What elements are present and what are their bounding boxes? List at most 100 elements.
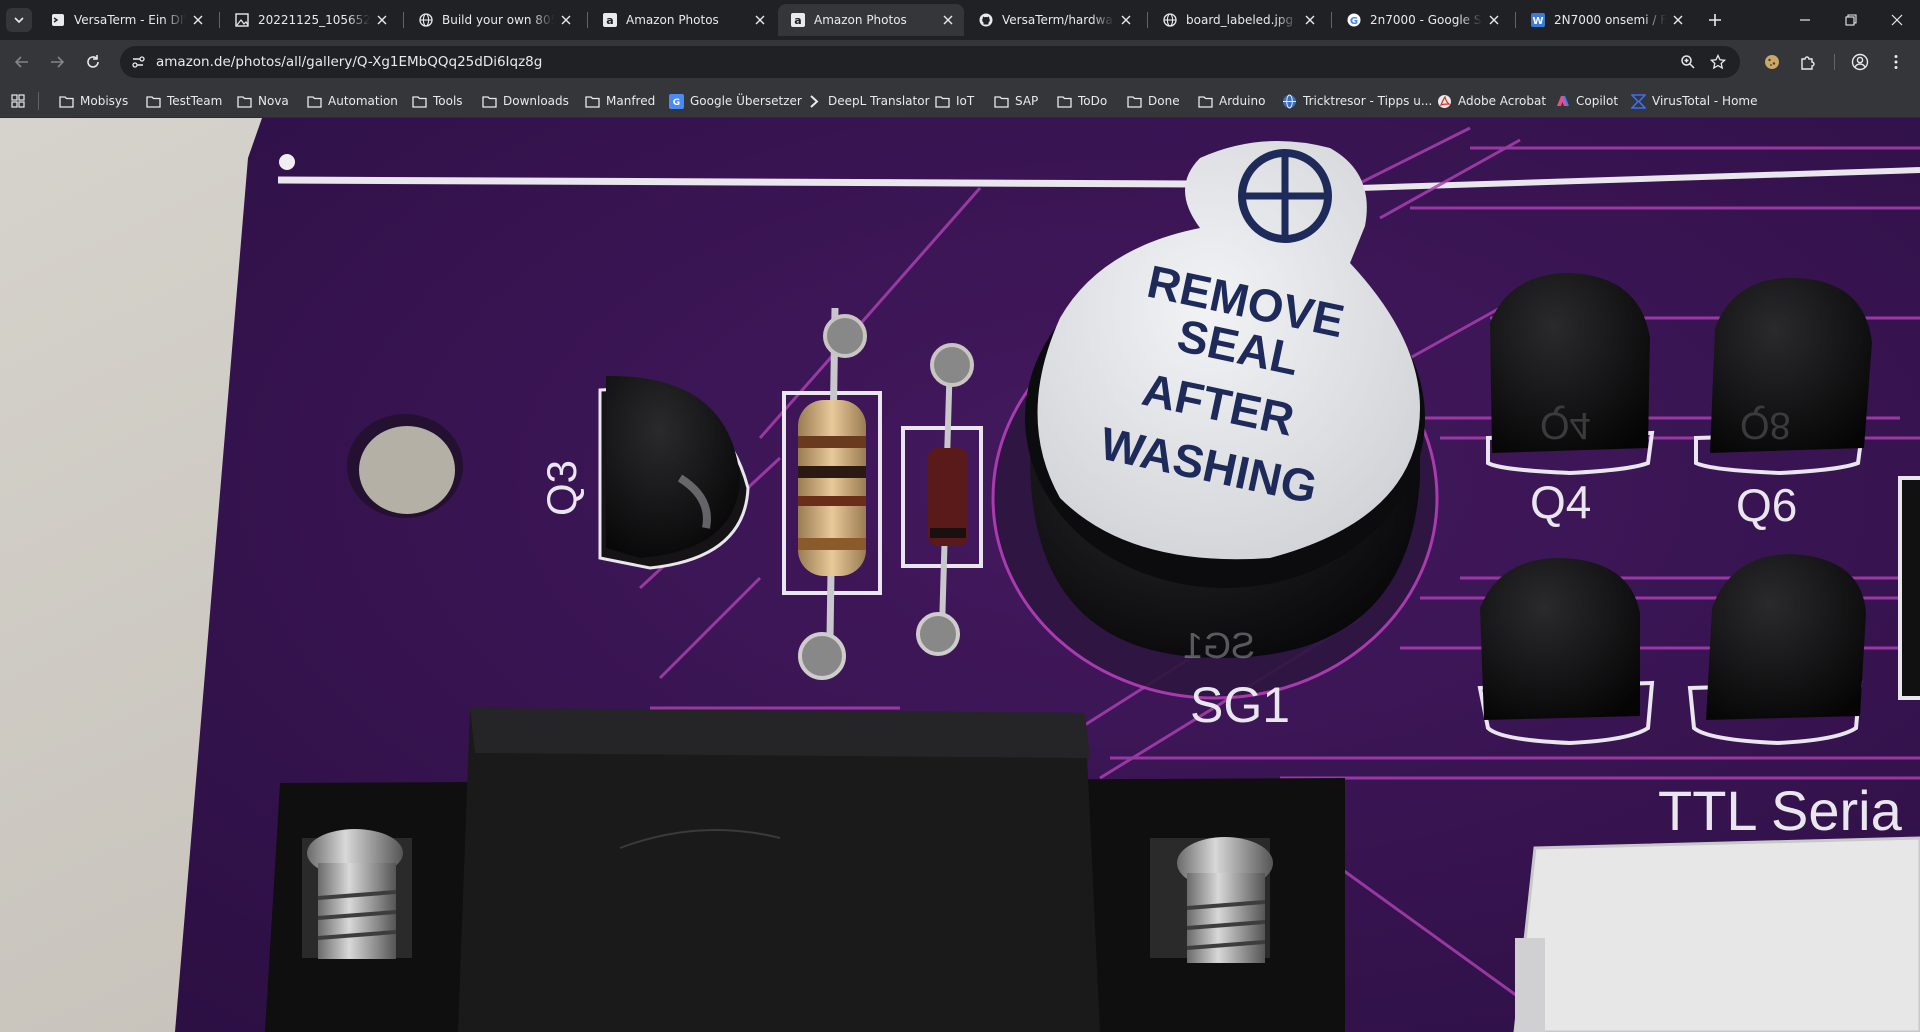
zoom-icon[interactable]	[1676, 50, 1700, 74]
close-icon[interactable]	[1118, 12, 1134, 28]
globe-icon	[1281, 93, 1297, 109]
minimize-button[interactable]	[1782, 0, 1828, 40]
address-bar[interactable]: amazon.de/photos/all/gallery/Q-Xg1EMbQQq…	[120, 46, 1740, 78]
menu-kebab-icon[interactable]	[1882, 48, 1910, 76]
bookmark-arduino[interactable]: Arduino	[1197, 90, 1265, 112]
folder-icon	[1056, 93, 1072, 109]
globe-icon	[418, 12, 434, 28]
acrobat-icon	[1436, 93, 1452, 109]
reload-icon	[87, 55, 99, 68]
close-icon[interactable]	[1486, 12, 1502, 28]
close-icon[interactable]	[374, 12, 390, 28]
tab-google-search[interactable]: G 2n7000 - Google Sea	[1334, 4, 1510, 36]
screw-left	[302, 829, 412, 959]
extension-cookie-icon[interactable]	[1758, 48, 1786, 76]
folder-icon	[1126, 93, 1142, 109]
tab-separator	[219, 12, 220, 28]
bookmark-manfred[interactable]: Manfred	[584, 90, 655, 112]
close-icon[interactable]	[752, 12, 768, 28]
svg-text:a: a	[606, 14, 613, 27]
tab-versaterm[interactable]: VersaTerm - Ein DIY-S	[38, 4, 214, 36]
tab-title: 2N7000 onsemi / Fai	[1554, 13, 1666, 27]
tab-title: board_labeled.jpg (4C	[1186, 13, 1298, 27]
tab-separator	[1331, 12, 1332, 28]
silkscreen-q6: Q6	[1736, 479, 1797, 531]
tab-8051[interactable]: Build your own 8051	[406, 4, 582, 36]
bookmark-downloads[interactable]: Downloads	[481, 90, 569, 112]
bookmark-label: Adobe Acrobat	[1458, 94, 1547, 108]
bookmark-label: Google Übersetzer	[690, 94, 802, 108]
bookmark-tricktresor-tipps-u[interactable]: Tricktresor - Tipps u...	[1281, 90, 1432, 112]
bookmark-label: Automation	[328, 94, 398, 108]
bookmark-mobisys[interactable]: Mobisys	[58, 90, 128, 112]
silkscreen-q4: Q4	[1530, 476, 1591, 528]
tab-board-labeled[interactable]: board_labeled.jpg (4C	[1150, 4, 1326, 36]
site-info-icon[interactable]	[128, 52, 148, 72]
transistor-marking: Q4	[1540, 404, 1591, 446]
reload-button[interactable]	[77, 46, 109, 78]
plus-icon	[1709, 14, 1721, 26]
svg-text:G: G	[1350, 16, 1358, 27]
bookmark-adobe-acrobat[interactable]: Adobe Acrobat	[1436, 90, 1546, 112]
tab-image-file[interactable]: 20221125_105652.jpg	[222, 4, 398, 36]
close-icon[interactable]	[558, 12, 574, 28]
close-window-button[interactable]	[1874, 0, 1920, 40]
bookmark-label: Nova	[258, 94, 289, 108]
bookmark-deepl-translator[interactable]: DeepL Translator	[806, 90, 930, 112]
image-file-icon	[234, 12, 250, 28]
tab-amazon-photos-1[interactable]: a Amazon Photos	[590, 4, 776, 36]
folder-icon	[584, 93, 600, 109]
folder-icon	[934, 93, 950, 109]
bookmark-todo[interactable]: ToDo	[1056, 90, 1107, 112]
url-text[interactable]: amazon.de/photos/all/gallery/Q-Xg1EMbQQq…	[156, 54, 542, 70]
apps-grid-icon	[10, 93, 26, 109]
close-icon[interactable]	[1302, 12, 1318, 28]
close-icon[interactable]	[190, 12, 206, 28]
bookmark-iot[interactable]: IoT	[934, 90, 974, 112]
bookmark-nova[interactable]: Nova	[236, 90, 289, 112]
w-icon: W	[1530, 12, 1546, 28]
tab-amazon-photos-active[interactable]: a Amazon Photos	[778, 4, 964, 36]
tab-title: 2n7000 - Google Sea	[1370, 13, 1482, 27]
browser-toolbar: amazon.de/photos/all/gallery/Q-Xg1EMbQQq…	[0, 40, 1920, 84]
extensions-puzzle-icon[interactable]	[1794, 48, 1822, 76]
bookmark-testteam[interactable]: TestTeam	[145, 90, 222, 112]
silkscreen-dot	[279, 154, 295, 170]
bookmark-automation[interactable]: Automation	[306, 90, 398, 112]
forward-button[interactable]	[41, 46, 73, 78]
folder-icon	[1197, 93, 1213, 109]
bookmark-star-icon[interactable]	[1706, 50, 1730, 74]
bookmark-label: Arduino	[1219, 94, 1266, 108]
bookmark-label: VirusTotal - Home	[1652, 94, 1758, 108]
silkscreen-line	[277, 176, 1196, 188]
new-tab-button[interactable]	[1702, 8, 1728, 32]
close-icon[interactable]	[1670, 12, 1686, 28]
polarity-plus-icon	[1238, 149, 1332, 243]
photo-viewer[interactable]: REMOVE SEAL AFTER WASHING SG1 Q4 Q8 Q3 Q…	[0, 118, 1920, 1032]
tab-title: Amazon Photos	[626, 13, 719, 27]
close-icon[interactable]	[940, 12, 956, 28]
deepl-icon	[806, 93, 822, 109]
sg1-mirror-silkscreen: SG1	[1183, 625, 1255, 666]
silkscreen-sg1: SG1	[1190, 677, 1290, 733]
bookmark-copilot[interactable]: Copilot	[1554, 90, 1618, 112]
bookmark-tools[interactable]: Tools	[411, 90, 463, 112]
apps-grid-button[interactable]	[10, 90, 32, 112]
tab-github[interactable]: VersaTerm/hardware/	[966, 4, 1142, 36]
bookmark-done[interactable]: Done	[1126, 90, 1180, 112]
white-connector	[1513, 836, 1920, 1032]
tab-search-button[interactable]	[6, 8, 32, 32]
bookmark-virustotal-home[interactable]: VirusTotal - Home	[1630, 90, 1758, 112]
toolbar-separator	[1834, 54, 1835, 70]
google-icon: G	[1346, 12, 1362, 28]
bookmark-sap[interactable]: SAP	[993, 90, 1038, 112]
tab-2n7000-onsemi[interactable]: W 2N7000 onsemi / Fai	[1518, 4, 1694, 36]
bookmark-label: Downloads	[503, 94, 569, 108]
svg-text:G: G	[672, 98, 679, 108]
profile-icon[interactable]	[1846, 48, 1874, 76]
restore-button[interactable]	[1828, 0, 1874, 40]
folder-icon	[306, 93, 322, 109]
bookmark-google-bersetzer[interactable]: G Google Übersetzer	[668, 90, 802, 112]
mounting-hole-inner	[359, 426, 455, 514]
back-button[interactable]	[6, 46, 38, 78]
